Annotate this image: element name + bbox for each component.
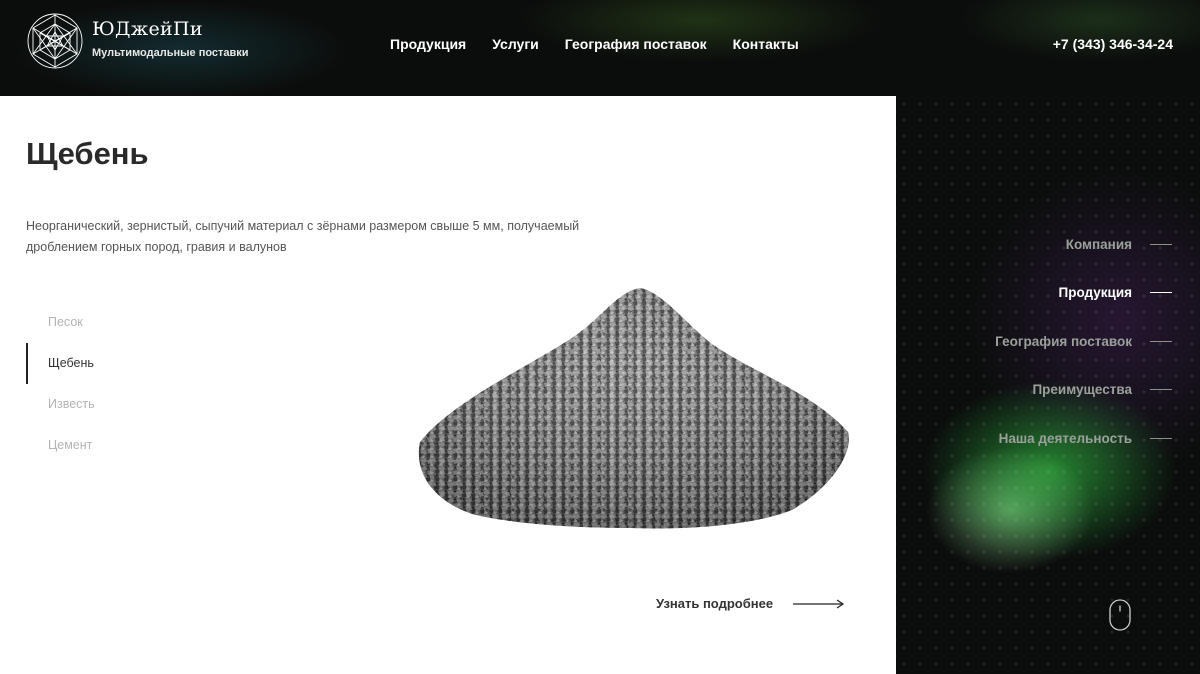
sidenav-item-products[interactable]: Продукция [896, 269, 1172, 318]
learn-more-link[interactable]: Узнать подробнее [656, 596, 845, 611]
sidenav-label: География поставок [995, 333, 1132, 349]
brand-tagline: Мультимодальные поставки [92, 47, 249, 59]
product-description: Неорганический, зернистый, сыпучий матер… [26, 219, 580, 254]
sidenav-line [1150, 437, 1172, 439]
gravel-pile-image [418, 288, 849, 529]
nav-item-services[interactable]: Услуги [492, 36, 539, 52]
sidenav-label: Продукция [1058, 285, 1133, 301]
category-item-gravel[interactable]: Щебень [26, 343, 226, 384]
nav-item-geography[interactable]: География поставок [565, 36, 707, 52]
sidenav-line [1150, 389, 1172, 391]
sidenav-item-geography[interactable]: География поставок [896, 317, 1172, 366]
brand-name[interactable]: ЮДжейПи [92, 18, 203, 40]
category-list: Песок Щебень Известь Цемент [26, 302, 226, 466]
sidenav-line [1150, 292, 1172, 294]
learn-more-label: Узнать подробнее [656, 596, 774, 611]
phone-number[interactable]: +7 (343) 346-34-24 [1053, 36, 1173, 52]
sidenav-label: Наша деятельность [998, 430, 1132, 446]
nav-item-contacts[interactable]: Контакты [733, 36, 799, 52]
category-item-sand[interactable]: Песок [26, 302, 226, 343]
geometric-sphere-logo[interactable] [26, 12, 84, 70]
product-panel: Щебень Неорганический, зернистый, сыпучи… [0, 96, 896, 674]
side-navigation: Компания Продукция География поставок Пр… [896, 220, 1172, 463]
site-header: ЮДжейПи Мультимодальные поставки Продукц… [0, 0, 1200, 96]
category-item-lime[interactable]: Известь [26, 384, 226, 425]
category-item-cement[interactable]: Цемент [26, 425, 226, 466]
sidenav-label: Преимущества [1032, 382, 1132, 398]
sidenav-item-company[interactable]: Компания [896, 220, 1172, 269]
sidenav-line [1150, 243, 1172, 245]
arrow-right-icon [793, 599, 845, 608]
sidenav-line [1150, 340, 1172, 342]
top-navigation: Продукция Услуги География поставок Конт… [390, 36, 799, 52]
mouse-scroll-icon[interactable] [1109, 599, 1131, 631]
sidenav-item-advantages[interactable]: Преимущества [896, 366, 1172, 415]
sidenav-label: Компания [1065, 236, 1132, 252]
nav-item-products[interactable]: Продукция [390, 36, 466, 52]
page-title: Щебень [26, 136, 149, 171]
sidenav-item-activity[interactable]: Наша деятельность [896, 414, 1172, 463]
